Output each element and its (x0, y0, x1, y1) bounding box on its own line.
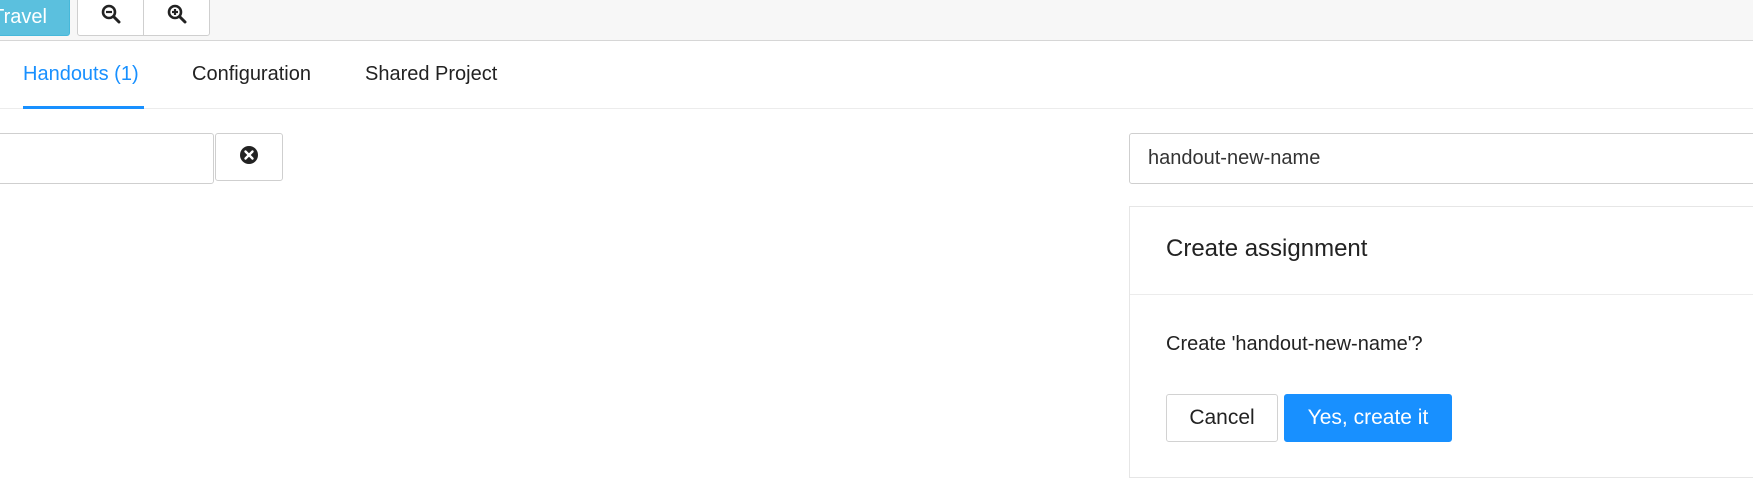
dialog-header: Create assignment (1130, 207, 1753, 295)
tab-handouts[interactable]: Handouts (1) (23, 40, 144, 109)
page: Travel Handouts (1) Conf (0, 0, 1753, 500)
clear-circle-icon (239, 145, 259, 170)
zoom-in-icon (167, 4, 187, 29)
travel-button[interactable]: Travel (0, 0, 70, 36)
create-assignment-dialog: Create assignment Create 'handout-new-na… (1129, 206, 1753, 478)
confirm-create-button[interactable]: Yes, create it (1284, 394, 1452, 442)
cancel-button[interactable]: Cancel (1166, 394, 1278, 442)
filter-input[interactable] (0, 133, 214, 184)
clear-filter-button[interactable] (215, 133, 283, 181)
tab-bar: Handouts (1) Configuration Shared Projec… (0, 40, 1753, 109)
zoom-out-icon (101, 4, 121, 29)
dialog-message: Create 'handout-new-name'? (1166, 333, 1423, 355)
zoom-in-button[interactable] (143, 0, 210, 36)
zoom-out-button[interactable] (77, 0, 144, 36)
top-toolbar: Travel (0, 0, 1753, 41)
handout-name-input[interactable] (1129, 133, 1753, 184)
tab-shared-project[interactable]: Shared Project (365, 40, 497, 108)
dialog-title: Create assignment (1166, 235, 1368, 262)
tab-configuration[interactable]: Configuration (192, 40, 311, 108)
